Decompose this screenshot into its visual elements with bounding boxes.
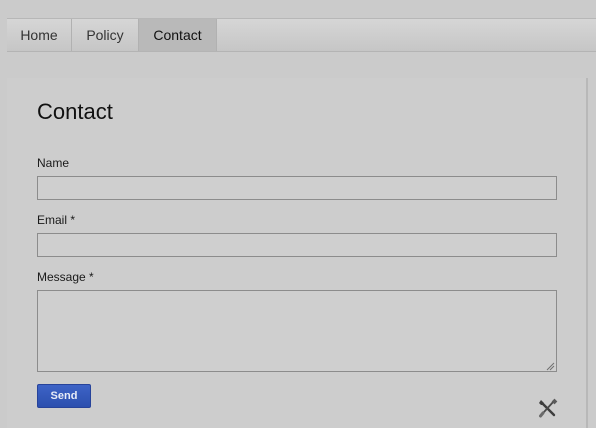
message-field[interactable] bbox=[37, 290, 557, 372]
tools-icon[interactable] bbox=[537, 397, 559, 419]
send-button[interactable]: Send bbox=[37, 384, 91, 408]
name-field[interactable] bbox=[37, 176, 557, 200]
nav-tab-policy[interactable]: Policy bbox=[72, 19, 139, 51]
message-label: Message * bbox=[37, 270, 94, 284]
nav-tab-home[interactable]: Home bbox=[7, 19, 72, 51]
name-label: Name bbox=[37, 156, 70, 170]
page: Home Policy Contact Contact Name Email *… bbox=[0, 0, 596, 428]
top-nav: Home Policy Contact bbox=[7, 18, 596, 52]
email-field[interactable] bbox=[37, 233, 557, 257]
email-label: Email * bbox=[37, 213, 76, 227]
resize-grip-icon[interactable] bbox=[546, 362, 555, 371]
page-title: Contact bbox=[37, 99, 113, 124]
nav-tab-contact[interactable]: Contact bbox=[139, 19, 217, 51]
panel-divider bbox=[586, 78, 588, 428]
